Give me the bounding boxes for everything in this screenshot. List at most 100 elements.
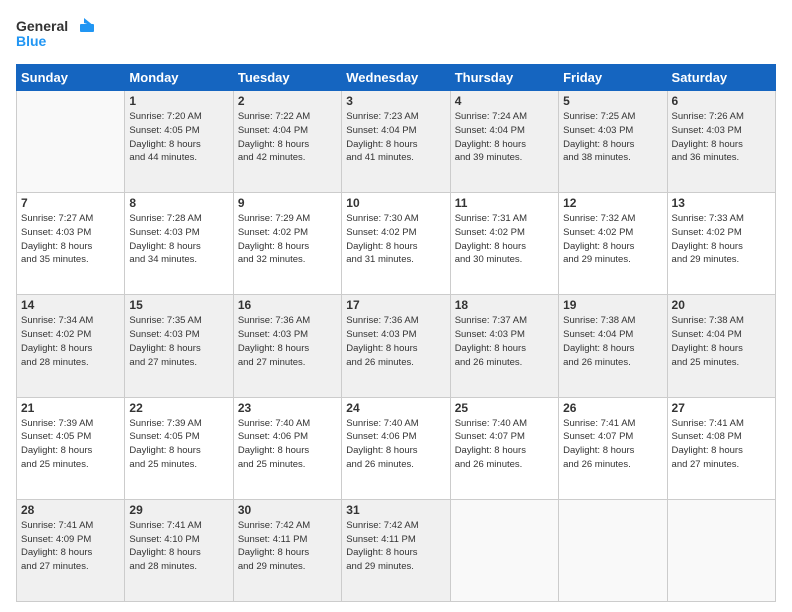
day-number: 20 (672, 298, 771, 312)
calendar-cell: 28 Sunrise: 7:41 AMSunset: 4:09 PMDayligh… (17, 499, 125, 601)
day-info: Sunrise: 7:25 AMSunset: 4:03 PMDaylight:… (563, 110, 662, 165)
day-number: 10 (346, 196, 445, 210)
day-info: Sunrise: 7:27 AMSunset: 4:03 PMDaylight:… (21, 212, 120, 267)
day-info: Sunrise: 7:29 AMSunset: 4:02 PMDaylight:… (238, 212, 337, 267)
day-number: 28 (21, 503, 120, 517)
day-number: 2 (238, 94, 337, 108)
day-info: Sunrise: 7:34 AMSunset: 4:02 PMDaylight:… (21, 314, 120, 369)
calendar-cell: 31 Sunrise: 7:42 AMSunset: 4:11 PMDayligh… (342, 499, 450, 601)
calendar-cell: 13Sunrise: 7:33 AMSunset: 4:02 PMDayligh… (667, 193, 775, 295)
calendar-cell: 9 Sunrise: 7:29 AMSunset: 4:02 PMDaylight… (233, 193, 341, 295)
day-number: 16 (238, 298, 337, 312)
day-number: 22 (129, 401, 228, 415)
week-row-2: 14 Sunrise: 7:34 AMSunset: 4:02 PMDayligh… (17, 295, 776, 397)
day-info: Sunrise: 7:22 AMSunset: 4:04 PMDaylight:… (238, 110, 337, 165)
weekday-wednesday: Wednesday (342, 65, 450, 91)
day-number: 19 (563, 298, 662, 312)
logo-svg: General Blue (16, 16, 96, 54)
calendar-body: 1 Sunrise: 7:20 AMSunset: 4:05 PMDaylight… (17, 91, 776, 602)
weekday-monday: Monday (125, 65, 233, 91)
calendar-cell: 12 Sunrise: 7:32 AMSunset: 4:02 PMDayligh… (559, 193, 667, 295)
day-info: Sunrise: 7:37 AMSunset: 4:03 PMDaylight:… (455, 314, 554, 369)
calendar-cell: 22 Sunrise: 7:39 AMSunset: 4:05 PMDayligh… (125, 397, 233, 499)
calendar-cell: 4Sunrise: 7:24 AMSunset: 4:04 PMDaylight… (450, 91, 558, 193)
calendar-cell: 24 Sunrise: 7:40 AMSunset: 4:06 PMDayligh… (342, 397, 450, 499)
day-info: Sunrise: 7:41 AMSunset: 4:09 PMDaylight:… (21, 519, 120, 574)
day-number: 18 (455, 298, 554, 312)
calendar-cell: 3 Sunrise: 7:23 AMSunset: 4:04 PMDaylight… (342, 91, 450, 193)
day-number: 31 (346, 503, 445, 517)
day-number: 4 (455, 94, 554, 108)
day-number: 14 (21, 298, 120, 312)
day-info: Sunrise: 7:40 AMSunset: 4:06 PMDaylight:… (238, 417, 337, 472)
day-number: 5 (563, 94, 662, 108)
day-number: 7 (21, 196, 120, 210)
weekday-tuesday: Tuesday (233, 65, 341, 91)
calendar-cell: 23 Sunrise: 7:40 AMSunset: 4:06 PMDayligh… (233, 397, 341, 499)
calendar-cell (17, 91, 125, 193)
calendar-cell: 17 Sunrise: 7:36 AMSunset: 4:03 PMDayligh… (342, 295, 450, 397)
svg-text:Blue: Blue (16, 33, 47, 49)
week-row-0: 1 Sunrise: 7:20 AMSunset: 4:05 PMDaylight… (17, 91, 776, 193)
logo: General Blue (16, 16, 96, 54)
week-row-4: 28 Sunrise: 7:41 AMSunset: 4:09 PMDayligh… (17, 499, 776, 601)
calendar-cell (667, 499, 775, 601)
calendar-cell: 29 Sunrise: 7:41 AMSunset: 4:10 PMDayligh… (125, 499, 233, 601)
day-number: 11 (455, 196, 554, 210)
day-number: 23 (238, 401, 337, 415)
calendar-cell: 16Sunrise: 7:36 AMSunset: 4:03 PMDayligh… (233, 295, 341, 397)
day-number: 21 (21, 401, 120, 415)
day-number: 27 (672, 401, 771, 415)
day-number: 9 (238, 196, 337, 210)
day-info: Sunrise: 7:42 AMSunset: 4:11 PMDaylight:… (238, 519, 337, 574)
day-info: Sunrise: 7:39 AMSunset: 4:05 PMDaylight:… (129, 417, 228, 472)
calendar-cell: 10 Sunrise: 7:30 AMSunset: 4:02 PMDayligh… (342, 193, 450, 295)
calendar-cell: 1 Sunrise: 7:20 AMSunset: 4:05 PMDaylight… (125, 91, 233, 193)
day-number: 12 (563, 196, 662, 210)
day-info: Sunrise: 7:28 AMSunset: 4:03 PMDaylight:… (129, 212, 228, 267)
calendar-cell: 5 Sunrise: 7:25 AMSunset: 4:03 PMDaylight… (559, 91, 667, 193)
calendar-cell: 26Sunrise: 7:41 AMSunset: 4:07 PMDayligh… (559, 397, 667, 499)
calendar-cell: 14 Sunrise: 7:34 AMSunset: 4:02 PMDayligh… (17, 295, 125, 397)
calendar-cell: 25Sunrise: 7:40 AMSunset: 4:07 PMDayligh… (450, 397, 558, 499)
calendar-table: SundayMondayTuesdayWednesdayThursdayFrid… (16, 64, 776, 602)
calendar-cell (450, 499, 558, 601)
calendar-cell (559, 499, 667, 601)
day-info: Sunrise: 7:36 AMSunset: 4:03 PMDaylight:… (346, 314, 445, 369)
day-info: Sunrise: 7:41 AMSunset: 4:10 PMDaylight:… (129, 519, 228, 574)
day-number: 8 (129, 196, 228, 210)
day-info: Sunrise: 7:35 AMSunset: 4:03 PMDaylight:… (129, 314, 228, 369)
calendar-cell: 20 Sunrise: 7:38 AMSunset: 4:04 PMDayligh… (667, 295, 775, 397)
header: General Blue (16, 16, 776, 54)
day-number: 24 (346, 401, 445, 415)
weekday-thursday: Thursday (450, 65, 558, 91)
day-info: Sunrise: 7:38 AMSunset: 4:04 PMDaylight:… (563, 314, 662, 369)
weekday-header: SundayMondayTuesdayWednesdayThursdayFrid… (17, 65, 776, 91)
day-info: Sunrise: 7:23 AMSunset: 4:04 PMDaylight:… (346, 110, 445, 165)
day-info: Sunrise: 7:20 AMSunset: 4:05 PMDaylight:… (129, 110, 228, 165)
week-row-3: 21 Sunrise: 7:39 AMSunset: 4:05 PMDayligh… (17, 397, 776, 499)
day-number: 17 (346, 298, 445, 312)
day-number: 30 (238, 503, 337, 517)
day-info: Sunrise: 7:41 AMSunset: 4:08 PMDaylight:… (672, 417, 771, 472)
day-number: 1 (129, 94, 228, 108)
day-info: Sunrise: 7:38 AMSunset: 4:04 PMDaylight:… (672, 314, 771, 369)
day-info: Sunrise: 7:42 AMSunset: 4:11 PMDaylight:… (346, 519, 445, 574)
weekday-saturday: Saturday (667, 65, 775, 91)
page: General Blue SundayMondayTuesdayWednesda… (0, 0, 792, 612)
calendar-cell: 8 Sunrise: 7:28 AMSunset: 4:03 PMDaylight… (125, 193, 233, 295)
day-info: Sunrise: 7:40 AMSunset: 4:06 PMDaylight:… (346, 417, 445, 472)
day-info: Sunrise: 7:31 AMSunset: 4:02 PMDaylight:… (455, 212, 554, 267)
calendar-cell: 11 Sunrise: 7:31 AMSunset: 4:02 PMDayligh… (450, 193, 558, 295)
day-number: 3 (346, 94, 445, 108)
day-info: Sunrise: 7:39 AMSunset: 4:05 PMDaylight:… (21, 417, 120, 472)
day-number: 25 (455, 401, 554, 415)
day-number: 29 (129, 503, 228, 517)
calendar-cell: 19 Sunrise: 7:38 AMSunset: 4:04 PMDayligh… (559, 295, 667, 397)
calendar-cell: 15Sunrise: 7:35 AMSunset: 4:03 PMDayligh… (125, 295, 233, 397)
day-info: Sunrise: 7:30 AMSunset: 4:02 PMDaylight:… (346, 212, 445, 267)
weekday-friday: Friday (559, 65, 667, 91)
svg-text:General: General (16, 18, 68, 34)
calendar-cell: 2 Sunrise: 7:22 AMSunset: 4:04 PMDaylight… (233, 91, 341, 193)
day-info: Sunrise: 7:32 AMSunset: 4:02 PMDaylight:… (563, 212, 662, 267)
